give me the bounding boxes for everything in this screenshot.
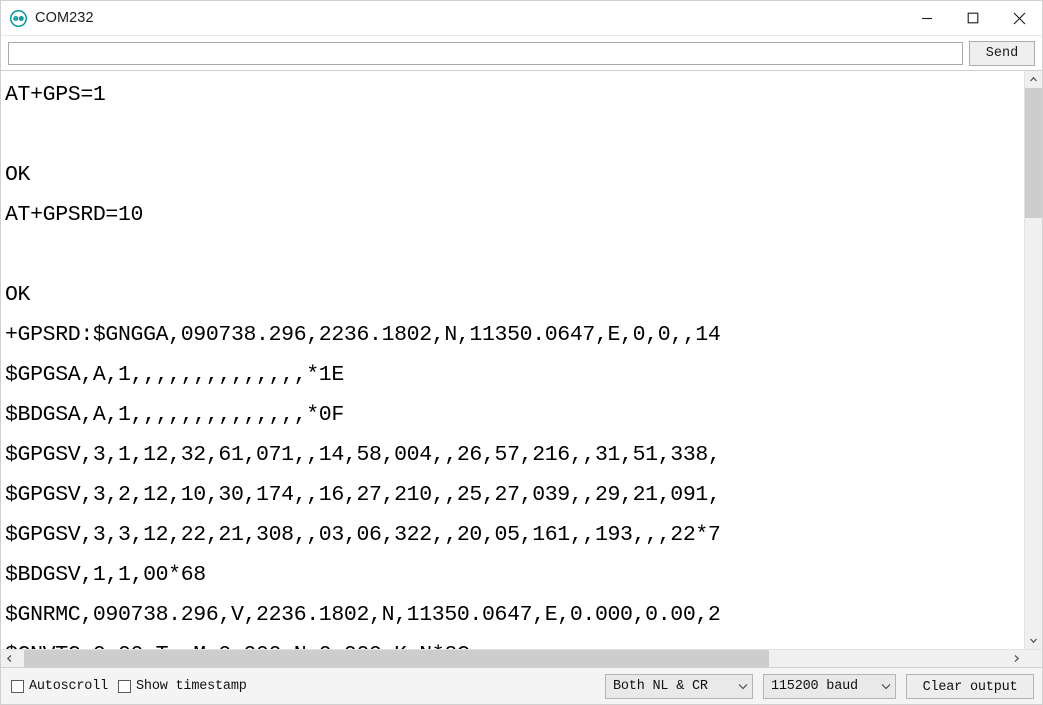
console-line: OK [5, 163, 31, 187]
scroll-down-button[interactable] [1025, 632, 1042, 649]
console-line: $BDGSA,A,1,,,,,,,,,,,,,,*0F [5, 403, 344, 427]
horizontal-scroll-track[interactable] [18, 650, 1008, 667]
console-line: $GPGSV,3,1,12,32,61,071,,14,58,004,,26,5… [5, 443, 721, 467]
console-line: $GPGSV,3,2,12,10,30,174,,16,27,210,,25,2… [5, 483, 721, 507]
scrollbar-corner [1025, 650, 1042, 667]
vertical-scrollbar[interactable] [1024, 71, 1042, 649]
window-controls [904, 1, 1042, 35]
scroll-up-button[interactable] [1025, 71, 1042, 88]
arduino-logo-icon [10, 9, 27, 27]
line-ending-value: Both NL & CR [613, 678, 708, 694]
title-bar-left: COM232 [1, 9, 94, 27]
maximize-button[interactable] [950, 1, 996, 35]
console-line: $GNRMC,090738.296,V,2236.1802,N,11350.06… [5, 603, 721, 627]
window-title: COM232 [35, 9, 94, 26]
serial-monitor-window: COM232 Send AT+GPS=1 OK AT+GPSRD=10 OK +… [0, 0, 1043, 705]
console-line: AT+GPSRD=10 [5, 203, 144, 227]
chevron-down-icon [881, 683, 891, 690]
minimize-button[interactable] [904, 1, 950, 35]
chevron-right-icon [1012, 650, 1021, 668]
send-row: Send [1, 36, 1042, 70]
show-timestamp-checkbox-group[interactable]: Show timestamp [118, 679, 247, 694]
minimize-icon [921, 12, 933, 24]
maximize-icon [967, 12, 979, 24]
console-line: $GPGSA,A,1,,,,,,,,,,,,,,*1E [5, 363, 344, 387]
console-output-text[interactable]: AT+GPS=1 OK AT+GPSRD=10 OK +GPSRD:$GNGGA,090… [1, 71, 1024, 649]
console-line: $GPGSV,3,3,12,22,21,308,,03,06,322,,20,0… [5, 523, 721, 547]
show-timestamp-label: Show timestamp [136, 678, 247, 694]
baud-rate-value: 115200 baud [771, 678, 858, 694]
horizontal-scroll-thumb[interactable] [24, 650, 769, 667]
chevron-up-icon [1029, 71, 1038, 89]
send-button[interactable]: Send [969, 40, 1035, 66]
console-line: $GNVTG,0.00,T,,M,0.000,N,0.000,K,N*2C [5, 635, 1024, 649]
autoscroll-checkbox-group[interactable]: Autoscroll [11, 679, 108, 694]
vertical-scroll-thumb[interactable] [1025, 88, 1042, 218]
vertical-scroll-track[interactable] [1025, 88, 1042, 632]
show-timestamp-checkbox[interactable] [118, 679, 132, 693]
chevron-left-icon [5, 650, 14, 668]
chevron-down-icon [738, 683, 748, 690]
clear-output-button[interactable]: Clear output [906, 673, 1034, 699]
console-body: AT+GPS=1 OK AT+GPSRD=10 OK +GPSRD:$GNGGA,090… [1, 71, 1042, 649]
output-console: AT+GPS=1 OK AT+GPSRD=10 OK +GPSRD:$GNGGA,090… [1, 70, 1042, 668]
horizontal-scrollbar[interactable] [1, 649, 1042, 667]
scroll-right-button[interactable] [1008, 650, 1025, 667]
status-bar: Autoscroll Show timestamp Both NL & CR 1… [1, 668, 1042, 704]
autoscroll-label: Autoscroll [29, 678, 109, 694]
autoscroll-checkbox[interactable] [11, 679, 24, 693]
chevron-down-icon [1029, 632, 1038, 650]
close-icon [1013, 12, 1026, 25]
console-line: AT+GPS=1 [5, 83, 106, 107]
command-input[interactable] [8, 41, 963, 65]
console-line: $BDGSV,1,1,00*68 [5, 563, 206, 587]
line-ending-select[interactable]: Both NL & CR [605, 673, 753, 699]
console-line: OK [5, 283, 31, 307]
console-line: +GPSRD:$GNGGA,090738.296,2236.1802,N,113… [5, 323, 721, 347]
title-bar: COM232 [1, 1, 1042, 36]
close-button[interactable] [996, 1, 1042, 35]
baud-rate-select[interactable]: 115200 baud [763, 673, 896, 699]
scroll-left-button[interactable] [1, 650, 18, 667]
